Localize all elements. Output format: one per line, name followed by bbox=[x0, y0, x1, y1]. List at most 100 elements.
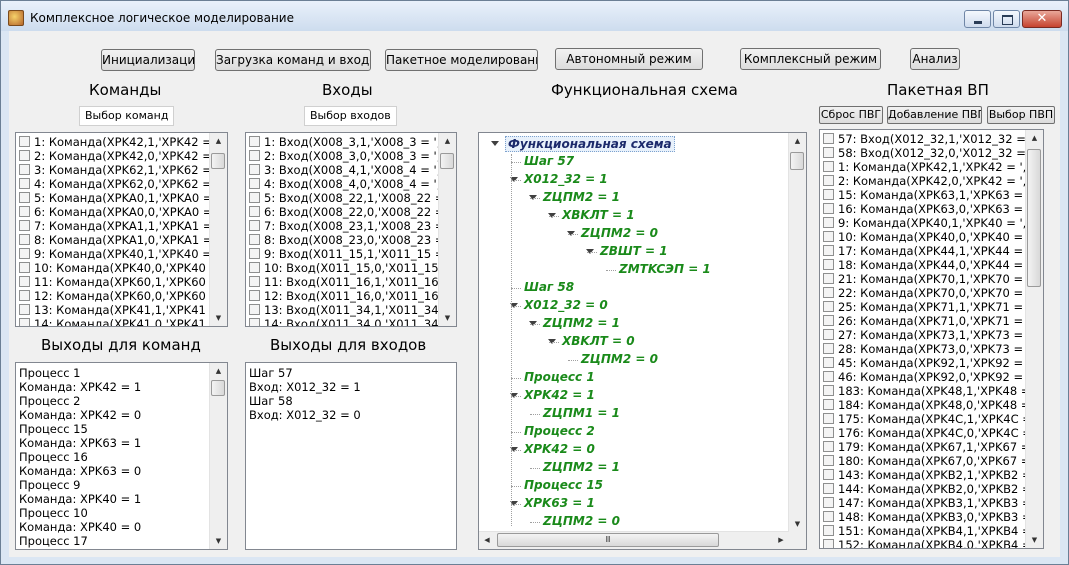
checkbox[interactable] bbox=[823, 469, 834, 480]
autonomous-mode-button[interactable]: Автономный режим bbox=[555, 48, 703, 70]
checkbox[interactable] bbox=[19, 178, 30, 189]
scroll-thumb[interactable] bbox=[440, 153, 454, 169]
tree-node[interactable]: ZMTKCЭП = 1 bbox=[619, 262, 711, 276]
commands-scrollbar[interactable]: ▲ ▼ bbox=[209, 133, 227, 326]
batch-item[interactable]: 9: Команда(XPK40,1,'XPK40 = ',0 bbox=[820, 216, 1026, 230]
command-item[interactable]: 10: Команда(XPK40,0,'XPK40 = ' bbox=[16, 261, 210, 275]
add-pvg-button[interactable]: Добавление ПВГ bbox=[887, 106, 982, 124]
batch-item[interactable]: 152: Команда(XPKB4,0,'XPKB4 = bbox=[820, 538, 1026, 548]
command-item[interactable]: 6: Команда(XPKA0,0,'XPKA0 = ' bbox=[16, 205, 210, 219]
checkbox[interactable] bbox=[249, 290, 260, 301]
checkbox[interactable] bbox=[19, 318, 30, 326]
checkbox[interactable] bbox=[249, 318, 260, 326]
checkbox[interactable] bbox=[249, 220, 260, 231]
checkbox[interactable] bbox=[823, 189, 834, 200]
tree-node[interactable]: Шаг 58 bbox=[524, 280, 574, 294]
cmd-outputs-box[interactable]: Процесс 1 Команда: XPK42 = 1 Процесс 2 Кома… bbox=[15, 362, 228, 550]
tree-node[interactable]: XPK63 = 1 bbox=[524, 496, 595, 510]
tree-node[interactable]: ZЦПМ2 = 0 bbox=[581, 352, 658, 366]
expand-toggle-icon[interactable] bbox=[491, 141, 499, 146]
batch-item[interactable]: 144: Команда(XPKB2,0,'XPKB2 = bbox=[820, 482, 1026, 496]
scroll-thumb[interactable] bbox=[1027, 149, 1041, 287]
scroll-thumb[interactable] bbox=[790, 152, 804, 170]
scroll-down-icon[interactable]: ▼ bbox=[210, 310, 227, 326]
tree-node[interactable]: ZЦПМ2 = 1 bbox=[543, 460, 620, 474]
commands-list[interactable]: 1: Команда(XPK42,1,'XPK42 = ' 2: Команда(… bbox=[15, 132, 228, 327]
scroll-down-icon[interactable]: ▼ bbox=[439, 310, 456, 326]
batch-item[interactable]: 26: Команда(XPK71,0,'XPK71 = ', bbox=[820, 314, 1026, 328]
batch-item[interactable]: 18: Команда(XPK44,0,'XPK44 = ', bbox=[820, 258, 1026, 272]
input-item[interactable]: 10: Вход(X011_15,0,'X011_15 bbox=[246, 261, 439, 275]
batch-item[interactable]: 180: Команда(XPK67,0,'XPK67 = bbox=[820, 454, 1026, 468]
command-item[interactable]: 11: Команда(XPK60,1,'XPK60 = ' bbox=[16, 275, 210, 289]
input-item[interactable]: 4: Вход(X008_4,0,'X008_4 = ',0 bbox=[246, 177, 439, 191]
input-item[interactable]: 1: Вход(X008_3,1,'X008_3 = ',0 bbox=[246, 135, 439, 149]
complex-mode-button[interactable]: Комплексный режим bbox=[740, 48, 881, 70]
tree-node[interactable]: Процесс 2 bbox=[524, 424, 595, 438]
batch-item[interactable]: 46: Команда(XPK92,0,'XPK92 = ', bbox=[820, 370, 1026, 384]
scroll-thumb[interactable] bbox=[211, 380, 225, 396]
checkbox[interactable] bbox=[823, 329, 834, 340]
batch-item[interactable]: 58: Вход(X012_32,0,'X012_32 = bbox=[820, 146, 1026, 160]
scroll-down-icon[interactable]: ▼ bbox=[210, 533, 227, 549]
checkbox[interactable] bbox=[249, 248, 260, 259]
checkbox[interactable] bbox=[19, 220, 30, 231]
input-outputs-box[interactable]: Шаг 57 Вход: X012_32 = 1 Шаг 58 Вход: X012_… bbox=[245, 362, 457, 550]
checkbox[interactable] bbox=[823, 217, 834, 228]
tree-node[interactable]: ZЦПМ1 = 1 bbox=[543, 406, 620, 420]
minimize-button[interactable] bbox=[964, 10, 991, 28]
tree-node[interactable]: ZBШT = 1 bbox=[600, 244, 668, 258]
checkbox[interactable] bbox=[249, 206, 260, 217]
checkbox[interactable] bbox=[19, 192, 30, 203]
batch-scrollbar[interactable]: ▲ ▼ bbox=[1025, 130, 1043, 548]
checkbox[interactable] bbox=[823, 497, 834, 508]
checkbox[interactable] bbox=[249, 192, 260, 203]
command-item[interactable]: 2: Команда(XPK42,0,'XPK42 = ' bbox=[16, 149, 210, 163]
checkbox[interactable] bbox=[823, 315, 834, 326]
batch-item[interactable]: 1: Команда(XPK42,1,'XPK42 = ',0 bbox=[820, 160, 1026, 174]
inputs-list[interactable]: 1: Вход(X008_3,1,'X008_3 = ',0 2: Вход(X0… bbox=[245, 132, 457, 327]
command-item[interactable]: 5: Команда(XPKA0,1,'XPKA0 = ' bbox=[16, 191, 210, 205]
checkbox[interactable] bbox=[823, 161, 834, 172]
functional-scheme-tree[interactable]: ▲ ▼ ◀ Ⅲ ▶ Функциональная схема Шаг 57 X012… bbox=[478, 132, 807, 550]
checkbox[interactable] bbox=[823, 147, 834, 158]
cmd-outputs-scrollbar[interactable]: ▲ ▼ bbox=[209, 363, 227, 549]
checkbox[interactable] bbox=[19, 248, 30, 259]
tree-node[interactable]: X012_32 = 0 bbox=[524, 298, 608, 312]
checkbox[interactable] bbox=[19, 290, 30, 301]
command-item[interactable]: 7: Команда(XPKA1,1,'XPKA1 = ' bbox=[16, 219, 210, 233]
tree-node[interactable]: ZЦПМ2 = 0 bbox=[581, 226, 658, 240]
input-item[interactable]: 5: Вход(X008_22,1,'X008_22 = bbox=[246, 191, 439, 205]
tree-node[interactable]: XPK42 = 1 bbox=[524, 388, 595, 402]
batch-item[interactable]: 25: Команда(XPK71,1,'XPK71 = ', bbox=[820, 300, 1026, 314]
reset-pvg-button[interactable]: Сброс ПВГ bbox=[819, 106, 883, 124]
command-item[interactable]: 8: Команда(XPKA1,0,'XPKA1 = ' bbox=[16, 233, 210, 247]
close-button[interactable]: ✕ bbox=[1022, 10, 1062, 28]
checkbox[interactable] bbox=[19, 276, 30, 287]
batch-item[interactable]: 184: Команда(XPK48,0,'XPK48 = bbox=[820, 398, 1026, 412]
scroll-left-icon[interactable]: ◀ bbox=[479, 532, 495, 549]
scroll-up-icon[interactable]: ▲ bbox=[210, 363, 227, 379]
input-item[interactable]: 2: Вход(X008_3,0,'X008_3 = ',0 bbox=[246, 149, 439, 163]
batch-item[interactable]: 179: Команда(XPK67,1,'XPK67 = bbox=[820, 440, 1026, 454]
select-commands-button[interactable]: Выбор команд bbox=[79, 106, 175, 126]
tree-hscrollbar[interactable]: ◀ Ⅲ ▶ bbox=[479, 531, 789, 549]
checkbox[interactable] bbox=[823, 427, 834, 438]
checkbox[interactable] bbox=[823, 371, 834, 382]
batch-item[interactable]: 45: Команда(XPK92,1,'XPK92 = ', bbox=[820, 356, 1026, 370]
checkbox[interactable] bbox=[823, 343, 834, 354]
checkbox[interactable] bbox=[823, 203, 834, 214]
checkbox[interactable] bbox=[823, 455, 834, 466]
checkbox[interactable] bbox=[823, 273, 834, 284]
checkbox[interactable] bbox=[249, 178, 260, 189]
checkbox[interactable] bbox=[823, 385, 834, 396]
tree-node[interactable]: ZЦПМ2 = 1 bbox=[543, 190, 620, 204]
checkbox[interactable] bbox=[249, 276, 260, 287]
command-item[interactable]: 12: Команда(XPK60,0,'XPK60 = ' bbox=[16, 289, 210, 303]
checkbox[interactable] bbox=[823, 301, 834, 312]
input-item[interactable]: 8: Вход(X008_23,0,'X008_23 = bbox=[246, 233, 439, 247]
scroll-up-icon[interactable]: ▲ bbox=[439, 133, 456, 149]
checkbox[interactable] bbox=[249, 136, 260, 147]
inputs-scrollbar[interactable]: ▲ ▼ bbox=[438, 133, 456, 326]
checkbox[interactable] bbox=[249, 164, 260, 175]
